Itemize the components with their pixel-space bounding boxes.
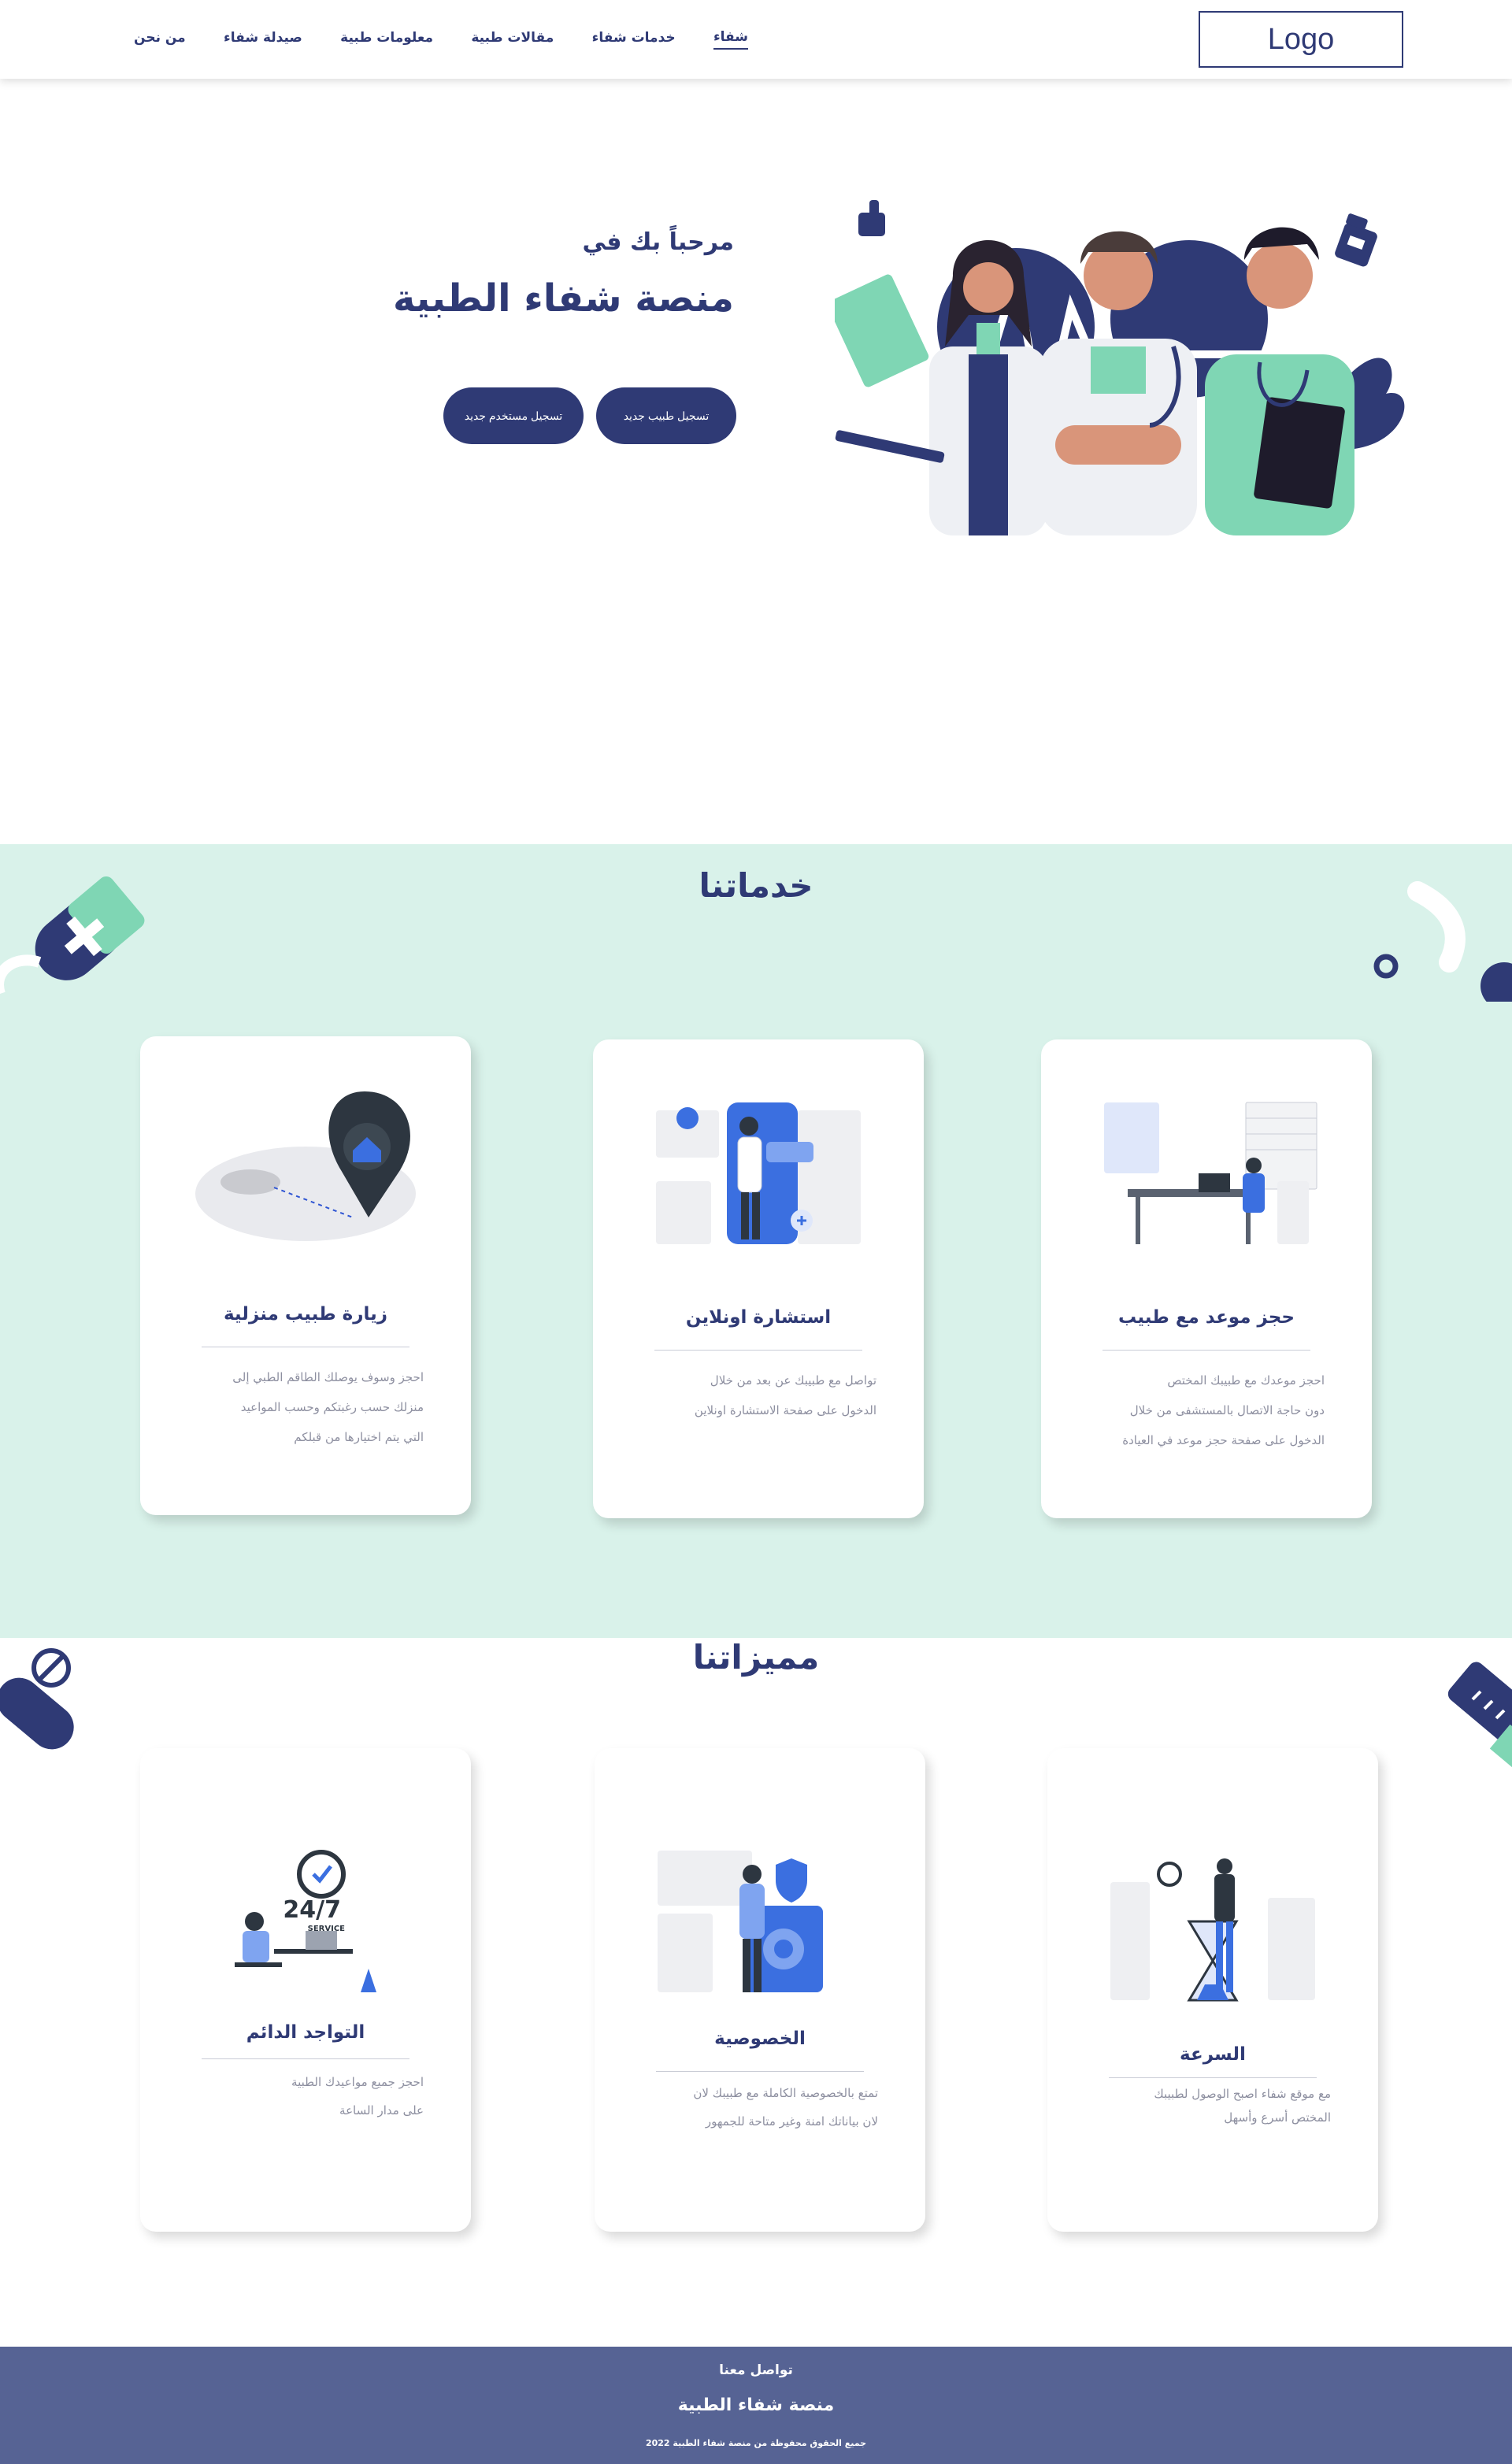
logo[interactable]: Logo [1199, 11, 1403, 68]
card-divider [202, 2058, 410, 2059]
footer-site-name: منصة شفاء الطبية [677, 2395, 835, 2415]
support-24-7-illustration: 24/7 SERVICE [235, 1850, 376, 1992]
nav-item-shifa[interactable]: شفاء [713, 29, 748, 50]
clipboard-icon [835, 274, 929, 387]
feature-card-availability[interactable]: 24/7 SERVICE التواجد الدائم احجز جميع مو… [140, 1748, 471, 2232]
service-card-title: حجز موعد مع طبيب [1118, 1307, 1295, 1328]
svg-text:24/7: 24/7 [283, 1896, 341, 1924]
nav-item-pharmacy[interactable]: صيدلة شفاء [224, 30, 302, 49]
service-card-title: زيارة طبيب منزلية [223, 1304, 388, 1325]
feature-card-title: التواجد الدائم [246, 2022, 365, 2043]
service-card-home-visit[interactable]: زيارة طبيب منزلية احجز وسوف يوصلك الطاقم… [140, 1036, 471, 1515]
register-doctor-button[interactable]: تسجيل طبيب جديد [596, 387, 736, 444]
services-section: خدماتنا زيارة طبيب منزلية احجز وسوف يوصل… [0, 844, 1512, 1638]
hero-text: مرحباً بك في منصة شفاء الطبية [261, 228, 734, 321]
map-pin-illustration [195, 1091, 416, 1241]
safe-illustration [658, 1851, 823, 1992]
nav-links: شفاء خدمات شفاء مقالات طبية معلومات طبية… [134, 24, 748, 55]
nav-item-about[interactable]: من نحن [134, 30, 186, 49]
hero-buttons: تسجيل طبيب جديد تسجيل مستخدم جديد [443, 387, 736, 444]
register-user-button[interactable]: تسجيل مستخدم جديد [443, 387, 584, 444]
nav-item-medical-info[interactable]: معلومات طبية [340, 30, 433, 49]
service-card-online-consultation[interactable]: استشارة اونلاين تواصل مع طبيبك عن بعد من… [593, 1039, 924, 1518]
feature-card-title: السرعة [1180, 2044, 1246, 2065]
doctors-illustration [835, 200, 1405, 535]
feature-card-desc: مع موقع شفاء اصبح الوصول لطبيبك المختص أ… [1154, 2087, 1331, 2125]
phone-doctor-illustration [656, 1102, 861, 1244]
footer-copyright: جميع الحقوق محفوظة من منصة شفاء الطبية 2… [645, 2438, 867, 2448]
service-card-title: استشارة اونلاين [685, 1307, 832, 1328]
service-card-appointment[interactable]: حجز موعد مع طبيب احجز موعدك مع طبيبك الم… [1041, 1039, 1372, 1518]
hero-title: منصة شفاء الطبية [393, 276, 734, 321]
card-divider [654, 1350, 862, 1351]
footer-contact-link[interactable]: تواصل معنا [0, 2362, 1512, 2378]
features-title: مميزاتنا [692, 1638, 820, 1677]
feature-card-privacy[interactable]: الخصوصية تمتع بالخصوصية الكاملة مع طبيبك… [595, 1748, 925, 2232]
feature-card-desc: تمتع بالخصوصية الكاملة مع طبيبك لان لان … [693, 2086, 878, 2129]
card-divider [1102, 1350, 1310, 1351]
nav-item-articles[interactable]: مقالات طبية [471, 30, 554, 49]
card-divider [656, 2071, 864, 2072]
service-card-desc: احجز وسوف يوصلك الطاقم الطبي إلى منزلك ح… [232, 1370, 424, 1444]
feature-card-title: الخصوصية [714, 2029, 806, 2049]
feature-card-desc: احجز جميع مواعيدك الطبية على مدار الساعة [291, 2075, 424, 2118]
card-divider [1109, 2077, 1317, 2078]
services-title: خدماتنا [699, 866, 813, 905]
feature-card-speed[interactable]: السرعة مع موقع شفاء اصبح الوصول لطبيبك ا… [1047, 1748, 1378, 2232]
service-card-desc: تواصل مع طبيبك عن بعد من خلال الدخول على… [694, 1373, 876, 1417]
nav-item-services[interactable]: خدمات شفاء [592, 30, 676, 49]
doctor-desk-illustration [1104, 1102, 1317, 1244]
footer: تواصل معنا منصة شفاء الطبية جميع الحقوق … [0, 2347, 1512, 2464]
top-navbar: Logo شفاء خدمات شفاء مقالات طبية معلومات… [0, 0, 1512, 79]
hourglass-illustration [1110, 1858, 1315, 2002]
hero-subtitle: مرحباً بك في [582, 228, 734, 256]
service-card-desc: احجز موعدك مع طبيبك المختص دون حاجة الات… [1122, 1373, 1325, 1447]
